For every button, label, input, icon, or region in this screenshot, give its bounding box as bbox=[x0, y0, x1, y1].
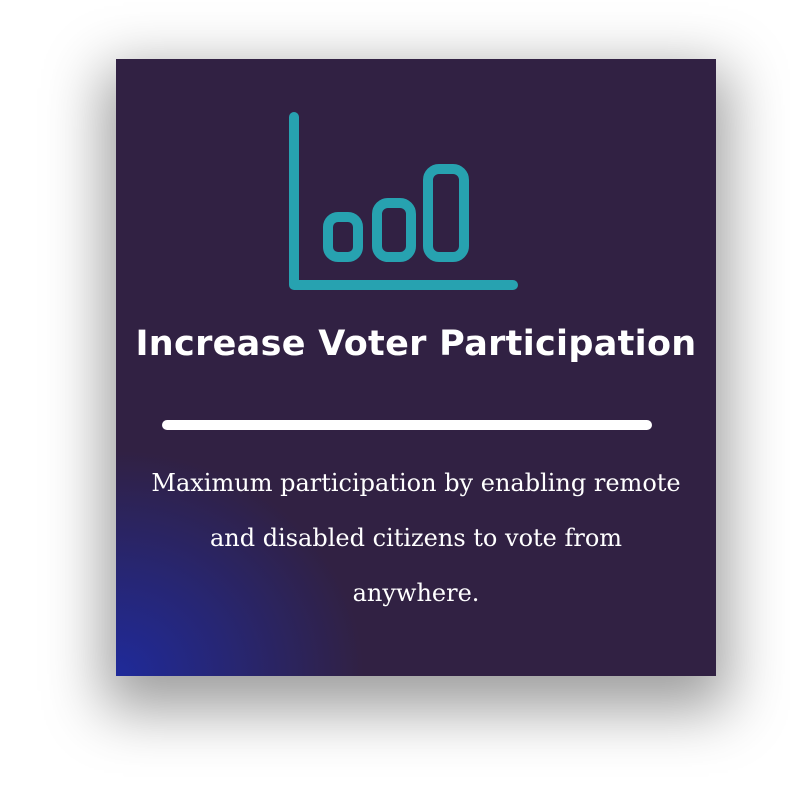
card-description: Maximum participation by enabling remote… bbox=[151, 469, 681, 607]
bar-chart-icon bbox=[289, 112, 518, 290]
divider bbox=[162, 420, 652, 430]
card-title: Increase Voter Participation bbox=[135, 324, 697, 364]
feature-card: Increase Voter Participation Maximum par… bbox=[116, 59, 716, 676]
